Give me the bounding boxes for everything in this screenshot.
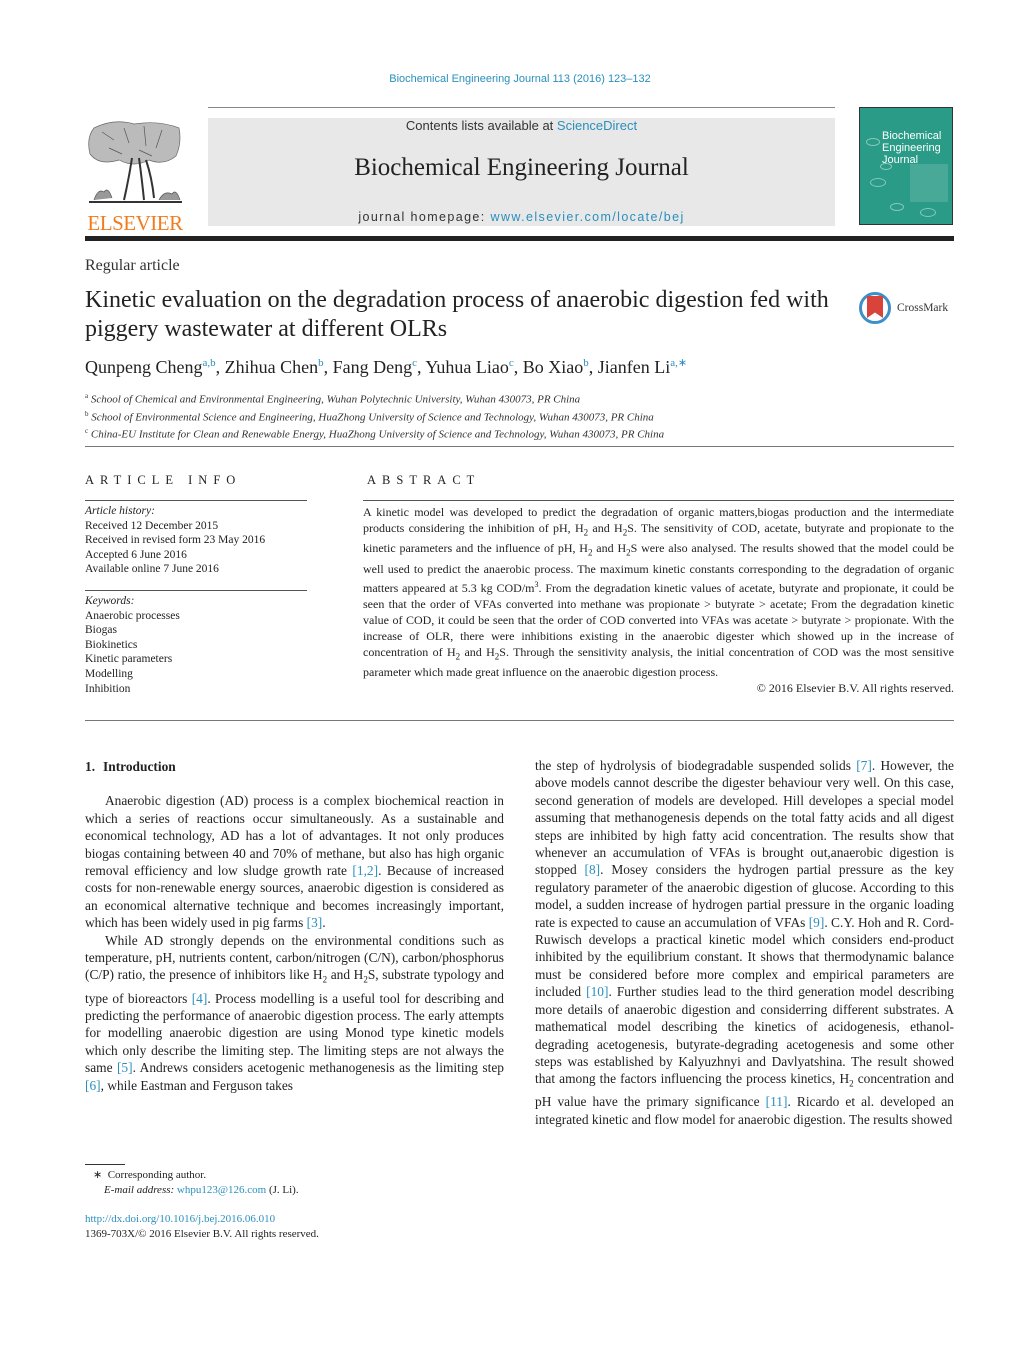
author[interactable]: Zhihua Chenb xyxy=(225,357,324,377)
author[interactable]: Jianfen Lia,∗ xyxy=(598,357,687,377)
email-link[interactable]: whpu123@126.com xyxy=(177,1184,266,1196)
doi-block: http://dx.doi.org/10.1016/j.bej.2016.06.… xyxy=(85,1212,319,1241)
history-item: Received in revised form 23 May 2016 xyxy=(85,534,266,547)
abstract-text: A kinetic model was developed to predict… xyxy=(363,505,954,696)
citation-link[interactable]: [10] xyxy=(586,984,608,999)
affiliation: b School of Environmental Science and En… xyxy=(85,409,654,424)
author[interactable]: Bo Xiaob xyxy=(523,357,589,377)
elsevier-tree-icon xyxy=(88,121,182,203)
journal-title: Biochemical Engineering Journal xyxy=(354,154,689,181)
cover-bubble xyxy=(890,203,904,211)
cover-title: Biochemical Engineering Journal xyxy=(882,130,942,166)
keyword: Biokinetics xyxy=(85,638,138,651)
journal-cover-thumbnail[interactable]: Biochemical Engineering Journal xyxy=(859,107,953,225)
homepage-link[interactable]: www.elsevier.com/locate/bej xyxy=(491,210,685,224)
affiliation: c China-EU Institute for Clean and Renew… xyxy=(85,427,665,441)
author[interactable]: Fang Dengc xyxy=(333,357,417,377)
affiliation-link[interactable]: b xyxy=(318,357,324,369)
history-item: Received 12 December 2015 xyxy=(85,519,219,532)
body-left-column: 1. Introduction Anaerobic digestion (AD) … xyxy=(85,758,504,1094)
citation-link[interactable]: [9] xyxy=(809,915,825,930)
keyword: Inhibition xyxy=(85,682,131,695)
affiliation-link[interactable]: a,∗ xyxy=(670,357,687,369)
cover-bubble xyxy=(866,138,880,146)
history-item: Available online 7 June 2016 xyxy=(85,563,219,576)
article-title: Kinetic evaluation on the degradation pr… xyxy=(85,287,829,342)
divider xyxy=(85,590,307,591)
citation-link[interactable]: [7] xyxy=(856,758,872,773)
author[interactable]: Qunpeng Chenga,b xyxy=(85,357,216,377)
elsevier-logo[interactable]: ELSEVIER xyxy=(84,118,186,234)
journal-reference-link[interactable]: Biochemical Engineering Journal 113 (201… xyxy=(389,73,651,85)
footnote-divider xyxy=(85,1164,125,1165)
body-right-column: the step of hydrolysis of biodegradable … xyxy=(535,757,954,1128)
keywords: Keywords: Anaerobic processes Biogas Bio… xyxy=(85,595,180,695)
article-type: Regular article xyxy=(85,257,180,274)
affiliation-link[interactable]: c xyxy=(412,357,417,369)
elsevier-wordmark: ELSEVIER xyxy=(87,211,183,235)
affiliation-link[interactable]: a,b xyxy=(202,357,215,369)
section-heading: 1. Introduction xyxy=(85,759,176,774)
header-thick-divider xyxy=(85,236,954,241)
citation-link[interactable]: [5] xyxy=(117,1060,133,1075)
affiliation-link[interactable]: b xyxy=(583,357,589,369)
article-info-heading: ARTICLE INFO xyxy=(85,473,242,487)
keyword: Biogas xyxy=(85,624,117,637)
keyword: Anaerobic processes xyxy=(85,609,180,622)
citation-link[interactable]: [4] xyxy=(192,991,208,1006)
journal-banner: Contents lists available at ScienceDirec… xyxy=(208,118,835,226)
affiliation: a School of Chemical and Environmental E… xyxy=(85,392,581,406)
header-divider xyxy=(208,107,835,108)
journal-homepage: journal homepage: www.elsevier.com/locat… xyxy=(358,210,685,224)
cover-bubble xyxy=(870,178,886,187)
cover-panel xyxy=(910,164,948,202)
affiliations: a School of Chemical and Environmental E… xyxy=(85,389,664,442)
doi-link[interactable]: http://dx.doi.org/10.1016/j.bej.2016.06.… xyxy=(85,1213,275,1225)
citation-link[interactable]: [6] xyxy=(85,1078,101,1093)
cover-bubble xyxy=(920,208,936,217)
paragraph: Anaerobic digestion (AD) process is a co… xyxy=(85,793,504,931)
crossmark-label: CrossMark xyxy=(897,302,949,314)
affiliation-link[interactable]: c xyxy=(509,357,514,369)
article-history: Article history: Received 12 December 20… xyxy=(85,505,266,576)
contents-line: Contents lists available at ScienceDirec… xyxy=(405,118,638,133)
author-list: Qunpeng Chenga,b, Zhihua Chenb, Fang Den… xyxy=(85,357,688,377)
divider xyxy=(85,720,954,721)
citation-link[interactable]: [11] xyxy=(766,1094,788,1109)
issn-copyright: 1369-703X/© 2016 Elsevier B.V. All right… xyxy=(85,1227,319,1240)
history-item: Accepted 6 June 2016 xyxy=(85,548,187,561)
citation-link[interactable]: [3] xyxy=(307,915,323,930)
divider xyxy=(85,446,954,447)
paragraph: the step of hydrolysis of biodegradable … xyxy=(535,758,955,1127)
keyword: Kinetic parameters xyxy=(85,653,173,666)
divider xyxy=(85,500,307,501)
citation-link[interactable]: [1,2] xyxy=(352,863,378,878)
corresponding-author-footnote: ∗ Corresponding author. E-mail address: … xyxy=(93,1169,299,1196)
abstract-copyright: © 2016 Elsevier B.V. All rights reserved… xyxy=(756,681,954,696)
crossmark-button[interactable]: CrossMark xyxy=(857,290,957,330)
divider xyxy=(363,500,954,501)
citation-link[interactable]: [8] xyxy=(585,862,601,877)
paragraph: While AD strongly depends on the environ… xyxy=(85,932,504,1093)
sciencedirect-link[interactable]: ScienceDirect xyxy=(557,118,637,133)
abstract-heading: ABSTRACT xyxy=(367,473,481,487)
keyword: Modelling xyxy=(85,667,133,680)
journal-reference[interactable]: Biochemical Engineering Journal 113 (201… xyxy=(0,73,1020,85)
author[interactable]: Yuhua Liaoc xyxy=(425,357,513,377)
